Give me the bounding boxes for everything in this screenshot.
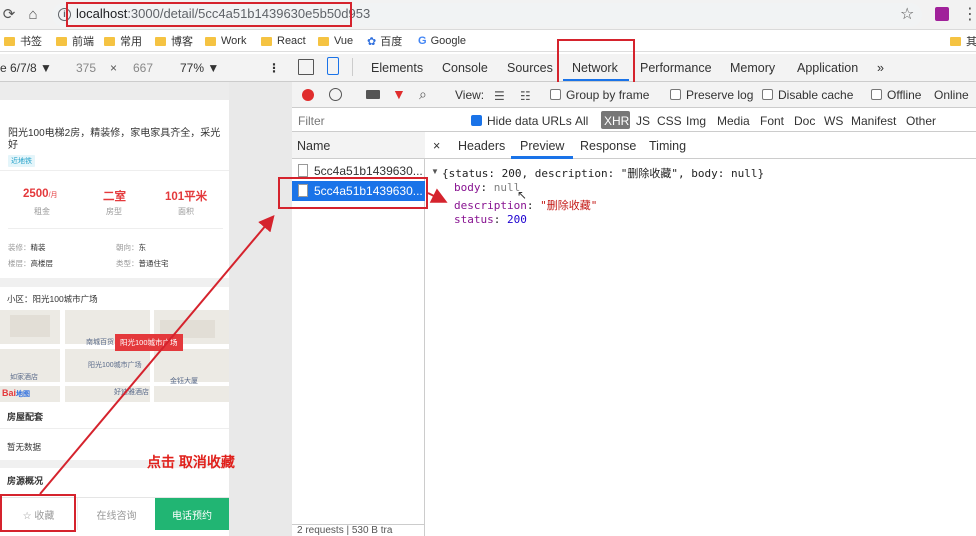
arrow-to-request	[39, 214, 275, 495]
arrow-to-preview	[427, 188, 448, 203]
annotation-arrows	[39, 188, 448, 495]
